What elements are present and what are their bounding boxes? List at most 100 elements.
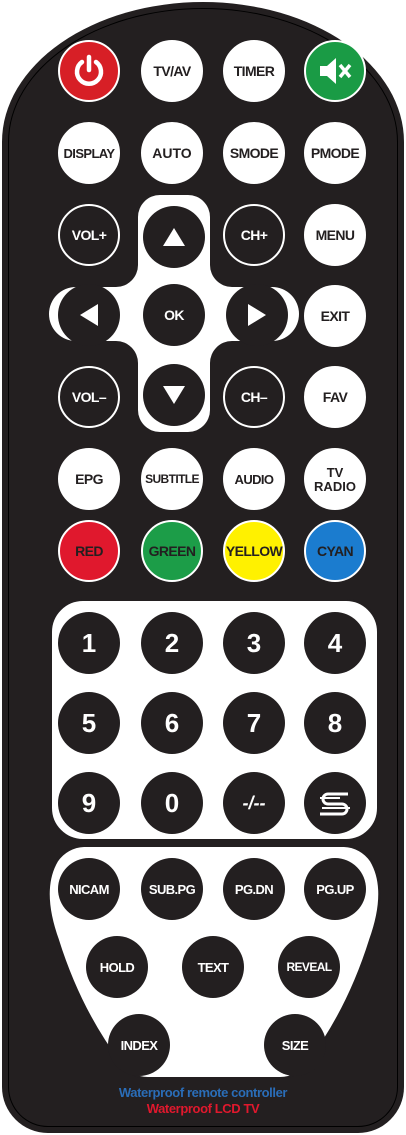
tv-radio-button[interactable]: TV RADIO: [304, 448, 366, 510]
fav-label: FAV: [322, 389, 348, 405]
subpg-label: SUB.PG: [148, 881, 196, 897]
pgdn-label: PG.DN: [234, 881, 274, 897]
size-button[interactable]: SIZE: [264, 1014, 326, 1076]
digit-2-label: 2: [164, 628, 180, 658]
yellow-button[interactable]: YELLOW: [223, 520, 285, 582]
swap-button[interactable]: [304, 772, 366, 834]
digit-3-label: 3: [246, 628, 262, 658]
menu-label: MENU: [315, 227, 355, 243]
pgup-button[interactable]: PG.UP: [304, 858, 366, 920]
nicam-label: NICAM: [69, 881, 109, 897]
down-button[interactable]: [143, 364, 205, 426]
digit-4-button[interactable]: 4: [304, 612, 366, 674]
audio-label: AUDIO: [234, 471, 274, 487]
index-label: INDEX: [120, 1037, 158, 1053]
ok-label: OK: [164, 307, 184, 323]
vol-down-button[interactable]: VOL–: [58, 366, 120, 428]
exit-button[interactable]: EXIT: [304, 285, 366, 347]
vol-down-label: VOL–: [71, 389, 107, 405]
digit-8-button[interactable]: 8: [304, 692, 366, 754]
up-button[interactable]: [143, 206, 205, 268]
green-button[interactable]: GREEN: [141, 520, 203, 582]
tv-av-label: TV/AV: [153, 63, 191, 79]
digit-0-label: 0: [164, 788, 180, 818]
epg-button[interactable]: EPG: [58, 448, 120, 510]
digit-3-button[interactable]: 3: [223, 612, 285, 674]
digit-5-button[interactable]: 5: [58, 692, 120, 754]
mute-icon: [320, 58, 352, 84]
display-button[interactable]: DISPLAY: [58, 122, 120, 184]
text-button[interactable]: TEXT: [182, 936, 244, 998]
text-label: TEXT: [197, 959, 229, 975]
tv-radio-label-line1: TV: [326, 464, 344, 480]
footer-line-2: Waterproof LCD TV: [146, 1101, 260, 1116]
digit-5-label: 5: [81, 708, 97, 738]
yellow-label: YELLOW: [225, 543, 283, 559]
dash-label: -/--: [242, 793, 266, 813]
subtitle-label: SUBTITLE: [145, 472, 199, 486]
digit-9-button[interactable]: 9: [58, 772, 120, 834]
cyan-button[interactable]: CYAN: [304, 520, 366, 582]
digit-6-label: 6: [164, 708, 180, 738]
digit-8-label: 8: [327, 708, 343, 738]
timer-label: TIMER: [233, 63, 275, 79]
ch-up-button[interactable]: CH+: [223, 204, 285, 266]
digit-0-button[interactable]: 0: [141, 772, 203, 834]
swap-icon: [320, 792, 350, 816]
subtitle-button[interactable]: SUBTITLE: [141, 448, 203, 510]
digit-6-button[interactable]: 6: [141, 692, 203, 754]
fav-button[interactable]: FAV: [304, 366, 366, 428]
arrow-right-icon: [248, 304, 266, 326]
epg-label: EPG: [75, 471, 103, 487]
digit-7-button[interactable]: 7: [223, 692, 285, 754]
pmode-button[interactable]: PMODE: [304, 122, 366, 184]
audio-button[interactable]: AUDIO: [223, 448, 285, 510]
smode-label: SMODE: [229, 145, 279, 161]
arrow-left-icon: [80, 304, 98, 326]
digit-1-label: 1: [81, 628, 97, 658]
right-button[interactable]: [226, 284, 288, 346]
subpg-button[interactable]: SUB.PG: [141, 858, 203, 920]
mute-button[interactable]: [304, 40, 366, 102]
display-label: DISPLAY: [63, 145, 116, 161]
index-button[interactable]: INDEX: [108, 1014, 170, 1076]
ch-down-button[interactable]: CH–: [223, 366, 285, 428]
digit-1-button[interactable]: 1: [58, 612, 120, 674]
green-label: GREEN: [148, 543, 196, 559]
digit-7-label: 7: [246, 708, 262, 738]
vol-up-label: VOL+: [71, 227, 107, 243]
power-icon: [74, 54, 104, 86]
tv-av-button[interactable]: TV/AV: [141, 40, 203, 102]
cyan-label: CYAN: [317, 543, 354, 559]
arrow-down-icon: [163, 386, 185, 404]
smode-button[interactable]: SMODE: [223, 122, 285, 184]
ok-button[interactable]: OK: [143, 284, 205, 346]
red-button[interactable]: RED: [58, 520, 120, 582]
left-button[interactable]: [58, 284, 120, 346]
hold-label: HOLD: [99, 959, 135, 975]
arrow-up-icon: [163, 228, 185, 246]
pmode-label: PMODE: [310, 145, 360, 161]
auto-label: AUTO: [152, 145, 192, 161]
vol-up-button[interactable]: VOL+: [58, 204, 120, 266]
red-label: RED: [75, 543, 103, 559]
pgdn-button[interactable]: PG.DN: [223, 858, 285, 920]
dash-button[interactable]: -/--: [223, 772, 285, 834]
digit-2-button[interactable]: 2: [141, 612, 203, 674]
nicam-button[interactable]: NICAM: [58, 858, 120, 920]
ch-down-label: CH–: [240, 389, 268, 405]
digit-4-label: 4: [327, 628, 343, 658]
footer-line-1: Waterproof remote controller: [118, 1085, 288, 1100]
reveal-label: REVEAL: [286, 960, 332, 974]
hold-button[interactable]: HOLD: [86, 936, 148, 998]
menu-button[interactable]: MENU: [304, 204, 366, 266]
timer-button[interactable]: TIMER: [223, 40, 285, 102]
tv-radio-label-line2: RADIO: [314, 478, 356, 494]
auto-button[interactable]: AUTO: [141, 122, 203, 184]
size-label: SIZE: [281, 1037, 309, 1053]
pgup-label: PG.UP: [316, 881, 354, 897]
exit-label: EXIT: [320, 308, 350, 324]
ch-up-label: CH+: [240, 227, 268, 243]
reveal-button[interactable]: REVEAL: [278, 936, 340, 998]
power-button[interactable]: [58, 40, 120, 102]
